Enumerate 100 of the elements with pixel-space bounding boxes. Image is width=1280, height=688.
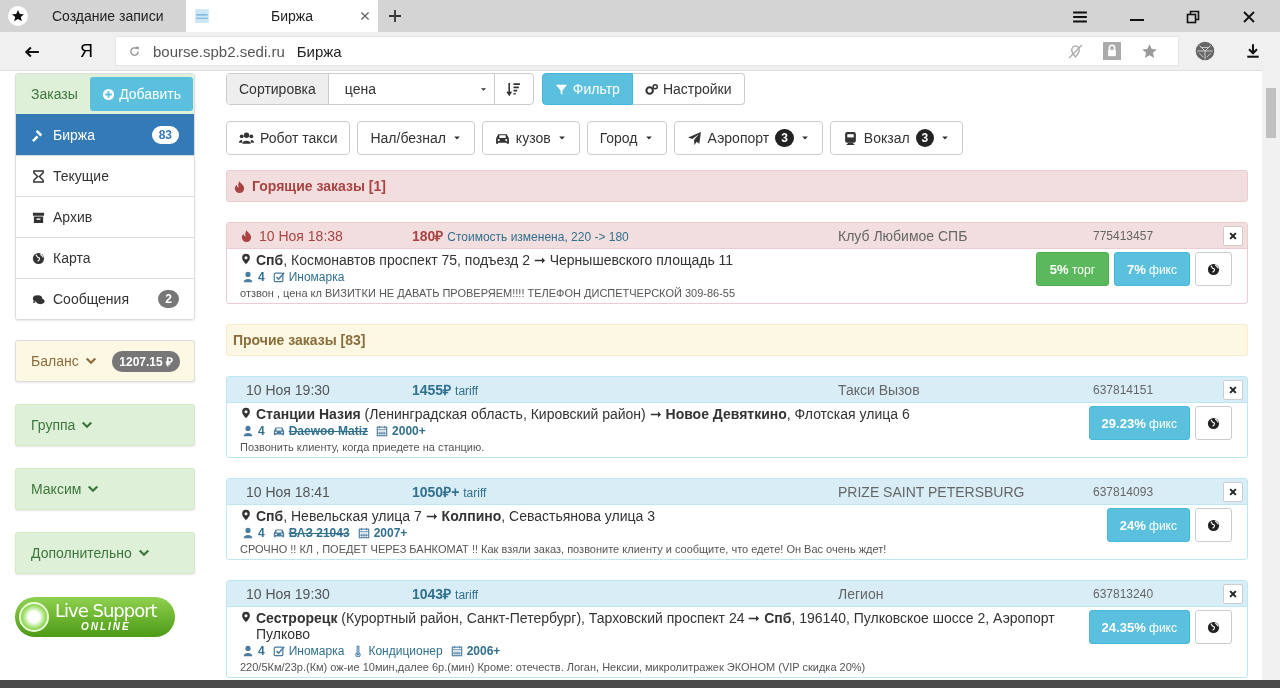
order-tag: 4 bbox=[258, 424, 265, 438]
fire-icon bbox=[240, 229, 253, 242]
order-comment: Позвонить клиенту, когда приедете на станцию. bbox=[240, 441, 486, 453]
price-note: Стоимость изменена, 220 -> 180 bbox=[447, 230, 629, 244]
balance-badge: 1207.15 ₽ bbox=[112, 350, 180, 372]
order-price: 1043₽ bbox=[412, 586, 452, 602]
order-tag: 4 bbox=[258, 644, 265, 658]
chat-icon bbox=[32, 292, 45, 306]
order-time: 10 Ноя 18:38 bbox=[259, 227, 343, 244]
balance-label: Баланс bbox=[31, 353, 79, 369]
collapsible-panel[interactable]: Группа bbox=[15, 404, 195, 446]
order-route: Станции Назия (Ленинградская область, Кировский район) ➞ Новое Девяткино, Флотская улица 6 bbox=[256, 406, 910, 422]
order-price: 1050₽+ bbox=[412, 484, 460, 500]
order-number: 775413457 bbox=[1093, 228, 1155, 243]
map-marker-icon bbox=[240, 509, 252, 521]
hourglass-icon bbox=[32, 169, 45, 183]
menu-icon bbox=[1072, 8, 1088, 25]
globe-icon bbox=[1207, 262, 1220, 276]
panel-title: Максим bbox=[31, 481, 82, 497]
calendar-icon bbox=[357, 527, 370, 539]
extension-icon bbox=[1195, 41, 1215, 61]
nav-item[interactable]: Сообщения 2 bbox=[16, 278, 194, 319]
close-icon bbox=[360, 11, 370, 21]
browser-tab[interactable]: Биржа bbox=[186, 0, 378, 32]
map-button[interactable] bbox=[1195, 252, 1232, 286]
close-button[interactable] bbox=[1223, 583, 1243, 604]
globe-icon bbox=[32, 251, 45, 265]
nav-item[interactable]: Карта bbox=[16, 237, 194, 278]
nav-item[interactable]: Биржа 83 bbox=[16, 114, 194, 155]
filter-dropdown[interactable]: кузов bbox=[481, 121, 580, 155]
lock-icon bbox=[1103, 42, 1121, 60]
order-tag: 2006+ bbox=[466, 644, 501, 658]
filter-icon bbox=[554, 82, 568, 96]
page-icon bbox=[194, 8, 210, 24]
order-price: 180₽ bbox=[412, 228, 444, 244]
chevron-icon bbox=[87, 483, 100, 495]
order-tag: 4 bbox=[258, 526, 265, 540]
map-button[interactable] bbox=[1195, 610, 1232, 644]
panel-title: Группа bbox=[31, 417, 76, 433]
map-marker-icon bbox=[240, 611, 252, 623]
map-button[interactable] bbox=[1195, 406, 1232, 440]
filter-dropdown[interactable]: Вокзал 3 bbox=[829, 121, 964, 155]
close-button[interactable] bbox=[1223, 379, 1243, 400]
order-tag: 2000+ bbox=[392, 424, 426, 438]
collapsible-panel[interactable]: Дополнительно bbox=[15, 532, 195, 574]
nav-item[interactable]: Архив bbox=[16, 196, 194, 237]
scrollbar[interactable] bbox=[1262, 70, 1280, 680]
gavel-icon bbox=[32, 128, 45, 142]
filter-dropdown[interactable]: Аэропорт 3 bbox=[673, 121, 823, 155]
price-note: tariff bbox=[455, 588, 479, 602]
order-route: Сестрорецк (Курортный район, Санкт-Петербург), Тарховский проспект 24 ➞ Спб, 196140, Пулковское шоссе 2, Аэропорт Пулково bbox=[256, 610, 1056, 642]
order-tag: ВАЗ 21043 bbox=[288, 526, 350, 540]
sort-label: Сортировка bbox=[227, 74, 329, 104]
scrollbar-thumb[interactable] bbox=[1266, 88, 1276, 138]
order-comment: 220/5Км/23р.(Км) ож-ие 10мин,далее 6р.(мин) Кроме: отечеств. Логан, Нексии, микролитражек ЭКОНОМ (VIP скидка 20%) bbox=[240, 661, 867, 673]
filter-dropdown[interactable]: Нал/безнал bbox=[357, 121, 475, 155]
close-button[interactable] bbox=[1223, 481, 1243, 502]
order-comment: отзвон , цена кл ВИЗИТКИ НЕ ДАВАТЬ ПРОВЕРЯЕМ!!!! ТЕЛЕФОН ДИСПЕТЧЕРСКОЙ 309-86-55 bbox=[240, 287, 737, 299]
settings-button[interactable]: Настройки bbox=[632, 73, 745, 105]
person-icon bbox=[242, 645, 254, 657]
chevron-icon bbox=[137, 547, 150, 559]
filter-dropdown[interactable]: Робот такси bbox=[226, 121, 351, 155]
map-marker-icon bbox=[240, 253, 252, 265]
sort-icon bbox=[506, 81, 522, 97]
company-name: PRIZE SAINT PETERSBURG bbox=[838, 483, 1026, 500]
nav-item[interactable]: Текущие bbox=[16, 155, 194, 196]
gears-icon bbox=[644, 82, 658, 96]
checkbox-icon bbox=[272, 271, 285, 283]
order-time: 10 Ноя 18:41 bbox=[246, 483, 330, 500]
browser-logo[interactable]: Я bbox=[80, 40, 93, 62]
order-time: 10 Ноя 19:30 bbox=[246, 585, 330, 602]
order-comment: СРОЧНО !! КЛ , ПОЕДЕТ ЧЕРЕЗ БАНКОМАТ !! Как взяли заказ, позвоните клиенту и сообщите, что едете! Он Вас очень ждет! bbox=[240, 543, 888, 555]
reload-icon bbox=[128, 44, 141, 58]
close-button[interactable] bbox=[1223, 225, 1243, 246]
balance-panel[interactable]: Баланс 1207.15 ₽ bbox=[15, 340, 195, 382]
close-icon bbox=[1242, 10, 1256, 25]
archive-box-icon bbox=[32, 210, 45, 224]
filter-dropdown[interactable]: Город bbox=[586, 121, 667, 155]
address-bar[interactable]: bourse.spb2.sedi.ru Биржа bbox=[115, 36, 1179, 66]
order-tag: Иномарка bbox=[288, 270, 345, 284]
globe-icon bbox=[1207, 620, 1220, 634]
map-marker-icon bbox=[240, 407, 252, 419]
globe-icon bbox=[1207, 518, 1220, 532]
order-route: Спб, Космонавтов проспект 75, подъезд 2 ➞ Чернышевского площадь 11 bbox=[256, 252, 734, 268]
browser-tab[interactable]: Создание записи bbox=[0, 0, 186, 32]
checkbox-icon bbox=[272, 645, 285, 657]
minimize-icon bbox=[1130, 19, 1144, 21]
map-button[interactable] bbox=[1195, 508, 1232, 542]
section-title: Прочие заказы [83] bbox=[233, 332, 366, 348]
order-tag: 4 bbox=[258, 270, 265, 284]
close-icon bbox=[1228, 486, 1238, 497]
order-time: 10 Ноя 19:30 bbox=[246, 381, 330, 398]
sort-select[interactable]: цена bbox=[328, 74, 495, 104]
order-tag: Кондиционер bbox=[368, 644, 443, 658]
calendar-icon bbox=[376, 425, 389, 437]
collapsible-panel[interactable]: Максим bbox=[15, 468, 195, 510]
person-icon bbox=[242, 425, 254, 437]
restore-icon bbox=[1186, 10, 1200, 25]
close-icon bbox=[1228, 384, 1238, 395]
order-number: 637813240 bbox=[1093, 586, 1155, 601]
